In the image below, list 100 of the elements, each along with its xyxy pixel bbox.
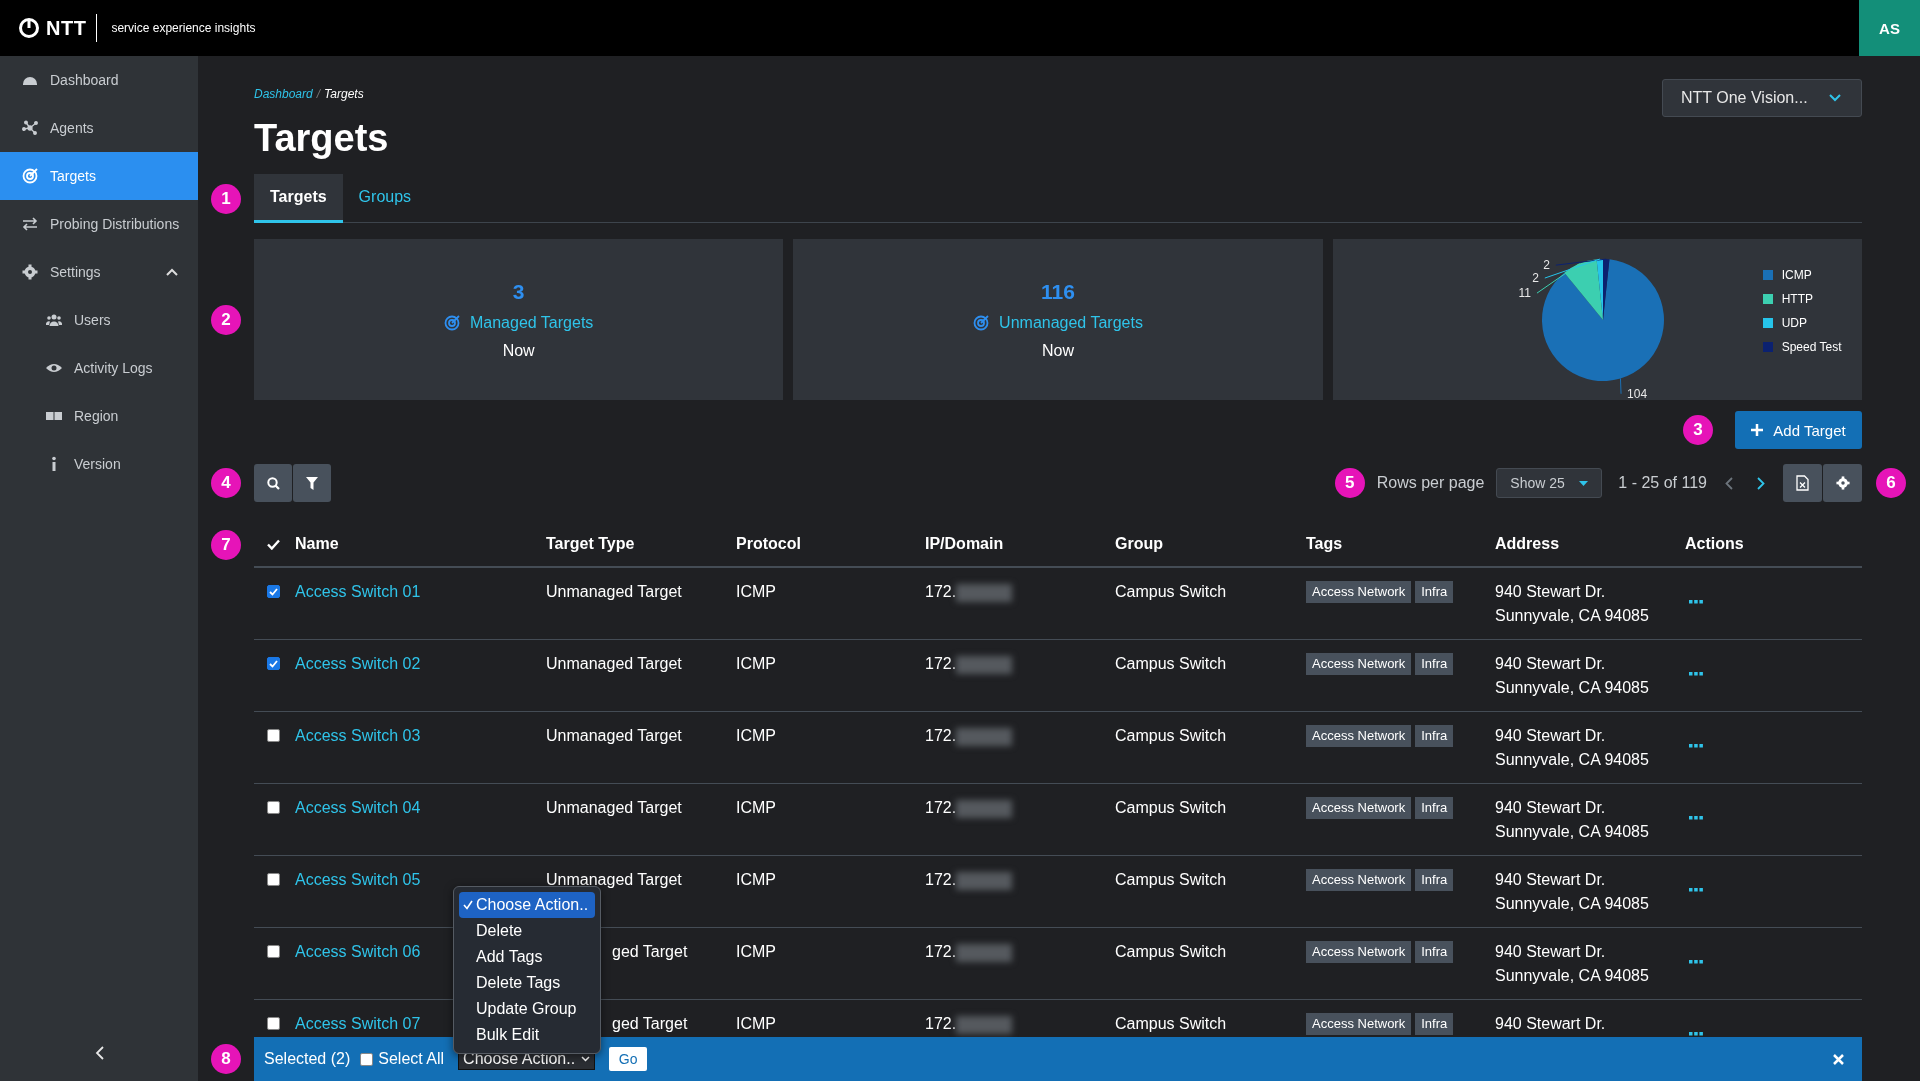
menu-option[interactable]: Delete Tags [459,970,595,996]
row-checkbox[interactable] [267,729,280,742]
nav-item[interactable]: Activity Logs [0,344,198,392]
chevron-icon [166,268,178,276]
menu-option[interactable]: Update Group [459,996,595,1022]
target-name-link[interactable]: Access Switch 02 [295,652,546,676]
column-header: Target Type [546,535,636,553]
more-icon[interactable] [1689,960,1703,964]
nav-item[interactable]: Agents [0,104,198,152]
address-line: 940 Stewart Dr. [1495,726,1607,746]
stat-value: 116 [1041,279,1075,304]
target-name-link[interactable]: Access Switch 04 [295,796,546,820]
more-icon[interactable] [1689,672,1703,676]
row-checkbox[interactable] [267,1017,280,1030]
redacted-block [956,584,1013,602]
redacted-block [956,656,1013,674]
select-all-checkbox[interactable]: Select All [360,1050,445,1068]
row-checkbox[interactable] [267,657,280,670]
account-dropdown[interactable]: NTT One Vision... [1662,79,1862,117]
tag: Infra [1415,1013,1454,1035]
table-cell: Unmanaged Target [546,727,682,744]
menu-option[interactable]: Delete [459,918,595,944]
close-icon[interactable] [1833,1053,1844,1065]
tag: Infra [1415,869,1454,891]
tag: Access Network [1306,725,1412,747]
chevron-down-icon [1829,94,1841,102]
page-title: Targets [254,117,390,160]
nodes-icon [22,120,38,136]
table-cell-text: 172. [925,798,957,818]
callout-number: 2 [211,304,241,335]
export-spreadsheet-button[interactable] [1783,464,1822,502]
filter-button[interactable] [293,464,331,502]
target-name-link[interactable]: Access Switch 05 [295,868,546,892]
data-label: 104 [1626,386,1647,400]
chevron-down-icon [581,1056,591,1062]
address-line: Sunnyvale, CA 94085 [1495,966,1650,986]
tab[interactable]: Groups [342,174,428,223]
target-icon [973,314,990,331]
target-name-link[interactable]: Access Switch 03 [295,724,546,748]
more-icon[interactable] [1689,600,1703,604]
target-name-link[interactable]: Access Switch 01 [295,580,546,604]
breadcrumb-separator: / [316,87,321,101]
search-button[interactable] [254,464,292,502]
table-cell-text: ICMP [736,1014,777,1034]
legend-label: UDP [1781,315,1807,330]
address-line: Sunnyvale, CA 94085 [1495,822,1650,842]
menu-option[interactable]: Choose Action.. [459,892,595,918]
table-cell-text: ged Target [612,942,688,962]
table-cell-text: Campus Switch [1115,726,1228,746]
tab[interactable]: Targets [254,174,343,223]
address-line: 940 Stewart Dr. [1495,942,1607,962]
more-icon[interactable] [1689,816,1703,820]
table-cell-text: ICMP [736,870,777,890]
nav-item[interactable]: Probing Distributions [0,200,198,248]
redacted-block [956,1016,1013,1034]
filter-icon [306,476,318,490]
table-cell-text: 172. [925,582,957,602]
more-icon[interactable] [1689,1032,1703,1036]
nav-item[interactable]: Region [0,392,198,440]
settings-button[interactable] [1823,464,1862,502]
arrows-icon [22,216,38,232]
breadcrumb-current: Targets [324,87,364,101]
data-label: 2 [1542,257,1550,272]
table-cell-text: ICMP [736,654,777,674]
table-cell: Unmanaged Target [546,871,682,888]
menu-option[interactable]: Bulk Edit [459,1022,595,1048]
go-button[interactable]: Go [609,1047,648,1071]
data-label: 11 [1518,285,1531,300]
table-cell-text: ICMP [736,582,777,602]
data-label: 2 [1531,270,1539,285]
nav-item[interactable]: Dashboard [0,56,198,104]
table-cell-text: Campus Switch [1115,798,1228,818]
legend-label: Speed Test [1781,339,1842,354]
leader-line [1619,377,1622,394]
stat-link[interactable]: Unmanaged Targets [999,313,1143,332]
rows-per-page-label: Rows per page [1376,474,1485,492]
callout-number: 3 [1683,415,1713,445]
breadcrumb-link[interactable]: Dashboard [254,87,313,101]
row-checkbox[interactable] [267,945,280,958]
stat-caption: Now [1042,341,1074,360]
nav-item[interactable]: Version [0,440,198,488]
add-target-button[interactable]: Add Target [1735,411,1862,449]
more-icon[interactable] [1689,888,1703,892]
column-header: Tags [1306,535,1344,553]
table-cell-text: 172. [925,1014,957,1034]
nav-item[interactable]: Settings [0,248,198,296]
row-checkbox[interactable] [267,873,280,886]
more-icon[interactable] [1689,744,1703,748]
address-line: Sunnyvale, CA 94085 [1495,894,1650,914]
nav-item[interactable]: Users [0,296,198,344]
stat-link[interactable]: Managed Targets [470,313,594,332]
row-checkbox[interactable] [267,585,280,598]
callout-number: 7 [211,530,241,560]
page-size-dropdown[interactable]: Show 25 [1496,468,1603,498]
table-cell-text: 172. [925,654,957,674]
address-line: 940 Stewart Dr. [1495,654,1607,674]
user-avatar[interactable]: AS [1859,0,1920,56]
menu-option[interactable]: Add Tags [459,944,595,970]
row-checkbox[interactable] [267,801,280,814]
tag: Infra [1415,653,1454,675]
